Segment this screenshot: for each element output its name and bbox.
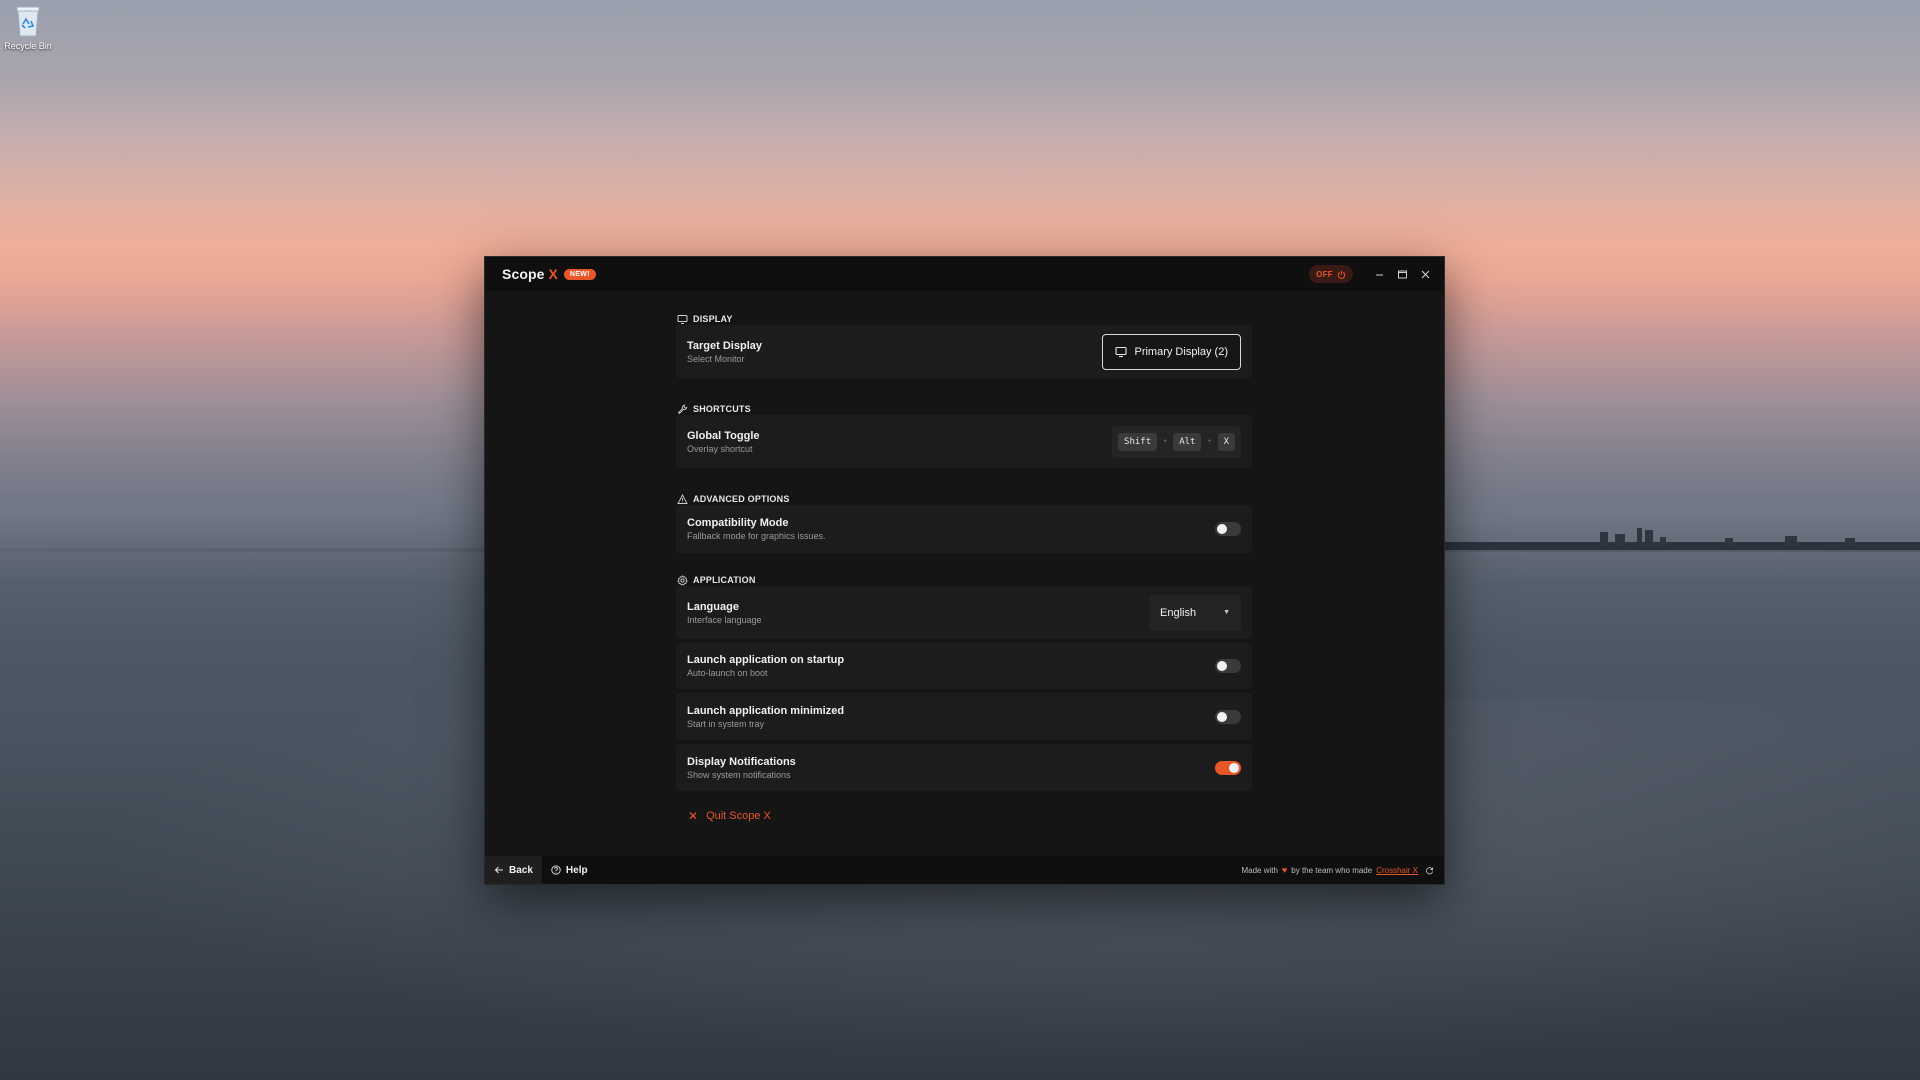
section-title: SHORTCUTS — [693, 404, 751, 414]
recycle-bin-icon — [16, 6, 40, 37]
maximize-button[interactable] — [1391, 263, 1413, 285]
row-target-display: Target Display Select Monitor Primary Di… — [676, 325, 1252, 378]
monitor-icon — [677, 314, 688, 324]
back-label: Back — [509, 864, 533, 876]
minimize-icon — [1375, 274, 1383, 275]
toggle-knob — [1217, 711, 1227, 722]
row-subtitle: Start in system tray — [687, 718, 765, 729]
section-header-application: APPLICATION — [677, 573, 756, 587]
language-value: English — [1160, 606, 1197, 619]
footer-bar: Back Help Made with ♥ by the team who ma… — [485, 856, 1444, 884]
language-select[interactable]: English ▼ — [1149, 594, 1241, 631]
credits-made-with: Made with — [1241, 865, 1278, 875]
help-button[interactable]: Help — [542, 856, 597, 884]
section-title: APPLICATION — [693, 575, 756, 585]
row-display-notifications: Display Notifications Show system notifi… — [676, 744, 1252, 791]
power-status-text: OFF — [1316, 269, 1333, 279]
chevron-down-icon: ▼ — [1223, 609, 1230, 616]
minimize-button[interactable] — [1368, 263, 1390, 285]
footer-credits: Made with ♥ by the team who made Crossha… — [1241, 865, 1444, 875]
title-bar[interactable]: Scope X NEW! OFF — [485, 257, 1444, 291]
section-header-display: DISPLAY — [677, 312, 733, 326]
quit-button[interactable]: ✕ Quit Scope X — [688, 809, 771, 823]
key-alt: Alt — [1173, 432, 1202, 451]
row-title: Display Notifications — [687, 755, 796, 768]
toggle-knob — [1229, 762, 1239, 773]
monitor-icon — [1115, 346, 1128, 357]
row-language: Language Interface language English ▼ — [676, 586, 1252, 639]
back-button[interactable]: Back — [485, 856, 542, 884]
app-title-x: X — [548, 266, 558, 282]
display-notifications-toggle[interactable] — [1215, 760, 1241, 775]
settings-content: DISPLAY Target Display Select Monitor Pr… — [485, 291, 1444, 856]
scope-x-window: Scope X NEW! OFF DISPLAY Target Display … — [484, 256, 1445, 885]
heart-icon: ♥ — [1281, 865, 1288, 875]
launch-startup-toggle[interactable] — [1215, 659, 1241, 673]
wrench-icon — [677, 404, 688, 414]
compatibility-mode-toggle[interactable] — [1215, 522, 1241, 536]
target-display-button[interactable]: Primary Display (2) — [1102, 333, 1241, 370]
row-compatibility-mode: Compatibility Mode Fallback mode for gra… — [676, 505, 1252, 553]
key-shift: Shift — [1118, 432, 1158, 451]
row-global-toggle: Global Toggle Overlay shortcut Shift + A… — [676, 415, 1252, 468]
warning-icon — [677, 493, 688, 504]
shortcut-recorder[interactable]: Shift + Alt + X — [1112, 425, 1241, 458]
row-subtitle: Fallback mode for graphics issues. — [687, 531, 826, 541]
row-title: Launch application on startup — [687, 654, 845, 666]
recycle-bin-shortcut[interactable]: Recycle Bin — [4, 4, 52, 54]
key-separator: + — [1163, 438, 1168, 445]
help-label: Help — [565, 864, 588, 876]
target-display-value: Primary Display (2) — [1134, 345, 1228, 358]
key-x: X — [1217, 432, 1235, 451]
launch-minimized-toggle[interactable] — [1215, 709, 1241, 724]
crosshair-x-link[interactable]: Crosshair X — [1376, 866, 1418, 875]
close-icon — [1421, 270, 1429, 278]
row-launch-minimized: Launch application minimized Start in sy… — [676, 693, 1252, 740]
row-subtitle: Select Monitor — [687, 353, 745, 364]
key-separator: + — [1207, 438, 1212, 445]
new-badge: NEW! — [563, 268, 596, 280]
arrow-left-icon — [494, 866, 503, 874]
quit-label: Quit Scope X — [706, 810, 771, 822]
row-title: Language — [687, 600, 739, 613]
gear-icon — [677, 574, 688, 586]
power-toggle-button[interactable]: OFF — [1309, 265, 1353, 283]
row-subtitle: Interface language — [687, 614, 762, 625]
credits-by-team: by the team who made — [1291, 865, 1373, 875]
close-icon: ✕ — [688, 809, 699, 823]
toggle-knob — [1217, 661, 1227, 671]
row-title: Compatibility Mode — [687, 517, 789, 529]
row-subtitle: Show system notifications — [687, 769, 791, 780]
section-title: ADVANCED OPTIONS — [693, 494, 790, 504]
refresh-icon[interactable] — [1425, 866, 1434, 875]
maximize-icon — [1397, 270, 1407, 278]
row-title: Global Toggle — [687, 429, 760, 442]
recycle-bin-label: Recycle Bin — [4, 41, 52, 51]
app-title: Scope — [502, 266, 545, 282]
toggle-knob — [1217, 524, 1227, 534]
row-title: Launch application minimized — [687, 704, 845, 717]
help-circle-icon — [551, 865, 561, 875]
row-subtitle: Overlay shortcut — [687, 443, 753, 454]
row-subtitle: Auto-launch on boot — [687, 668, 768, 678]
close-button[interactable] — [1414, 263, 1436, 285]
section-header-advanced: ADVANCED OPTIONS — [677, 492, 790, 506]
section-title: DISPLAY — [693, 314, 733, 324]
row-launch-startup: Launch application on startup Auto-launc… — [676, 643, 1252, 689]
row-title: Target Display — [687, 339, 762, 352]
power-icon — [1337, 270, 1346, 279]
distant-city-skyline — [1445, 528, 1920, 550]
section-header-shortcuts: SHORTCUTS — [677, 402, 751, 416]
